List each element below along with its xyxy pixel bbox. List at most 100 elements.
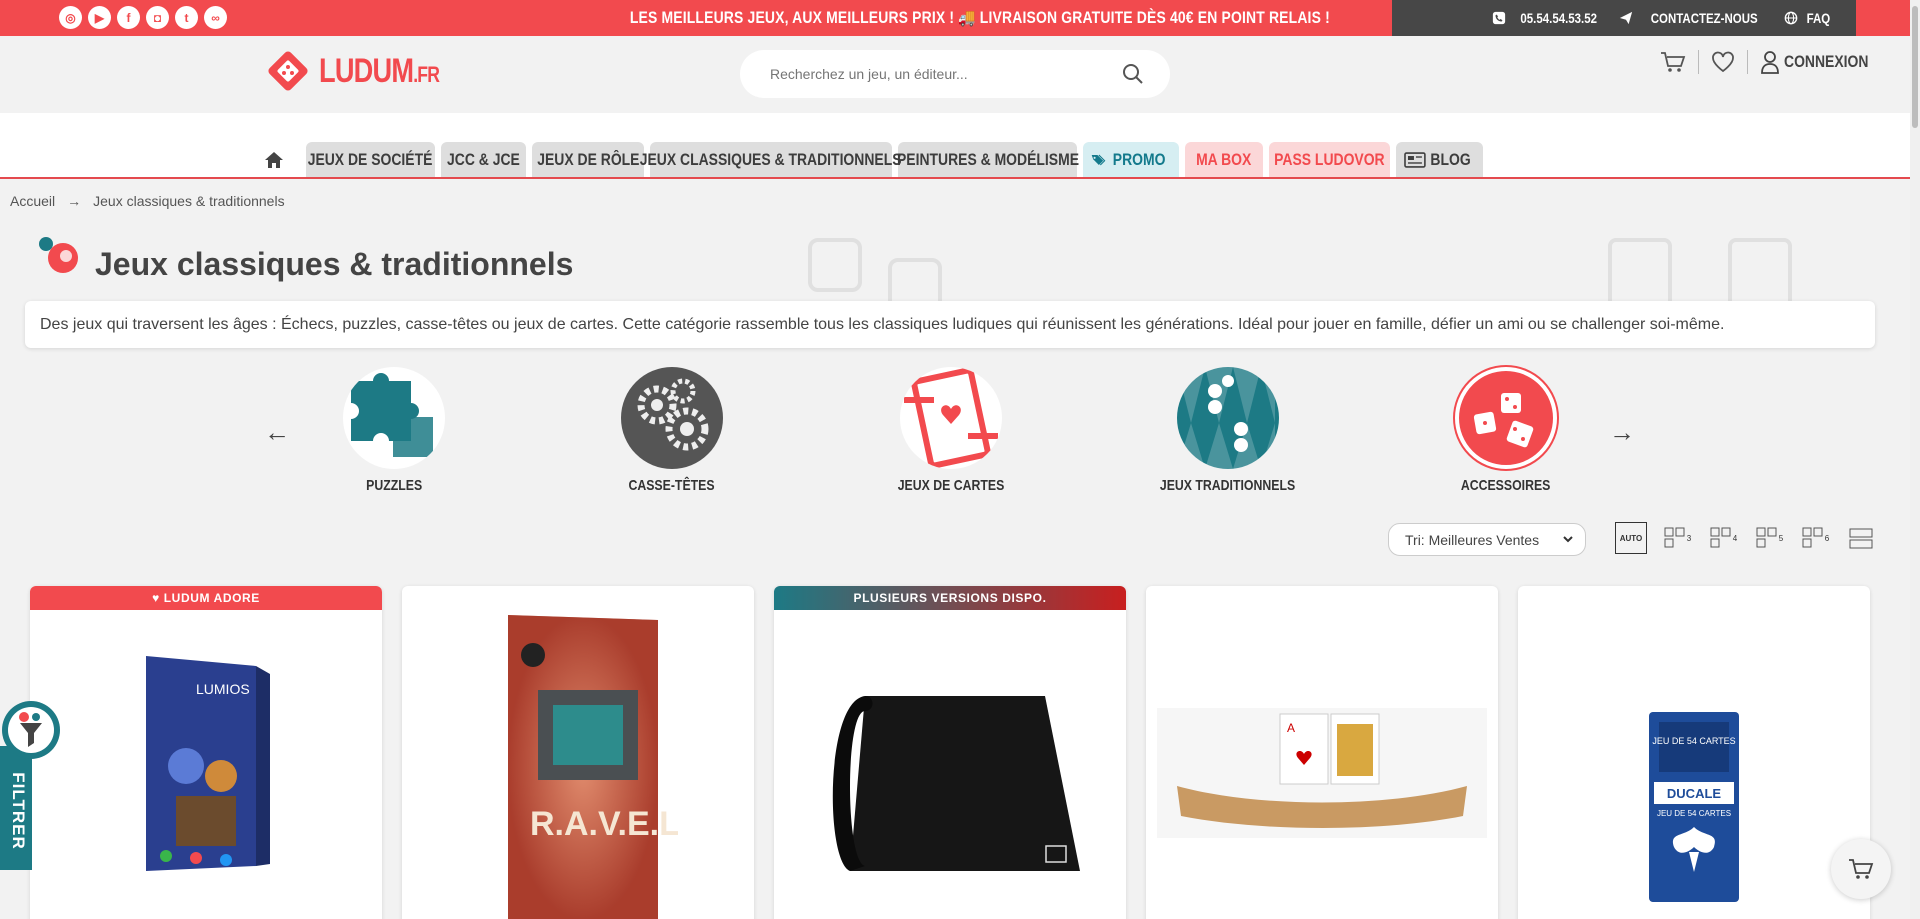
phone-link[interactable]: 05.54.54.53.52 [1492, 10, 1605, 26]
login-label: CONNEXION [1784, 52, 1869, 71]
tag-icon [1091, 154, 1106, 165]
tab-label: JEUX DE RÔLE [536, 149, 640, 169]
separator [1747, 50, 1748, 74]
nav-underline [0, 177, 1910, 179]
puzzle-icon [343, 367, 445, 469]
category-jeux-traditionnels[interactable]: JEUX TRADITIONNELS [1128, 367, 1328, 494]
carousel-next-arrow-icon[interactable]: → [1602, 417, 1642, 448]
dice-icon [1455, 367, 1557, 469]
youtube-icon[interactable]: ▶ [88, 6, 111, 29]
tab-promo[interactable]: PROMO [1083, 142, 1179, 177]
home-icon [265, 151, 283, 168]
contact-label: CONTACTEZ-NOUS [1651, 10, 1759, 26]
tab-label: MA BOX [1196, 149, 1252, 169]
tab-pass-ludovor[interactable]: PASS LUDOVOR [1269, 142, 1390, 177]
tab-label: PASS LUDOVOR [1274, 149, 1385, 169]
sort-selected-value: Tri: Meilleures Ventes [1405, 531, 1540, 548]
tab-label: PROMO [1112, 149, 1166, 169]
grid-auto-button[interactable]: AUTO [1615, 522, 1647, 554]
promo-banner: LES MEILLEURS JEUX, AUX MEILLEURS PRIX !… [600, 0, 1360, 36]
gears-icon [621, 367, 723, 469]
tab-label: BLOG [1430, 149, 1471, 169]
tab-label: PEINTURES & MODÉLISME [896, 149, 1079, 169]
newspaper-icon [1404, 151, 1426, 168]
list-view-icon [1849, 528, 1873, 549]
main-nav: JEUX DE SOCIÉTÉ JCC & JCE JEUX DE RÔLE J… [264, 142, 1483, 177]
tab-jeux-classiques[interactable]: JEUX CLASSIQUES & TRADITIONNELS [640, 142, 902, 177]
facebook-icon[interactable]: f [117, 6, 140, 29]
category-jeux-de-cartes[interactable]: JEUX DE CARTES [851, 367, 1051, 494]
ducale-top-text: JEU DE 54 CARTES [1652, 736, 1735, 746]
card-corner-a: A [1287, 721, 1295, 735]
globe-icon [1784, 11, 1798, 25]
tab-label: JCC & JCE [447, 149, 520, 169]
chevron-down-icon [1563, 536, 1573, 543]
product-card[interactable]: ♥ LUDUM ADORE LUMIOS [30, 586, 382, 919]
heart-icon[interactable] [1711, 51, 1735, 73]
search-input[interactable] [770, 66, 1100, 82]
scrollbar-thumb[interactable] [1912, 6, 1918, 128]
grid-4-button[interactable]: 4 [1707, 522, 1739, 554]
send-icon [1620, 11, 1633, 25]
category-accessoires[interactable]: ACCESSOIRES [1406, 367, 1606, 494]
site-logo[interactable]: LUDUM.FR [265, 48, 469, 94]
tab-label: JEUX CLASSIQUES & TRADITIONNELS [640, 149, 902, 169]
grid-6-button[interactable]: 6 [1799, 522, 1831, 554]
category-casse-tetes[interactable]: CASSE-TÊTES [572, 367, 772, 494]
breadcrumb-home[interactable]: Accueil [10, 193, 55, 209]
grid-option-label: 3 [1686, 533, 1692, 543]
category-label: JEUX DE CARTES [897, 477, 1005, 494]
promo-banner-text: LES MEILLEURS JEUX, AUX MEILLEURS PRIX !… [629, 8, 1331, 27]
playing-card-icon [900, 367, 1002, 469]
tumblr-icon[interactable]: t [175, 6, 198, 29]
product-card[interactable]: R.A.V.E.L. [402, 586, 754, 919]
product-ribbon: ♥ LUDUM ADORE [30, 586, 382, 610]
tab-jeux-de-societe[interactable]: JEUX DE SOCIÉTÉ [306, 142, 435, 177]
tab-ma-box[interactable]: MA BOX [1185, 142, 1263, 177]
tab-blog[interactable]: BLOG [1396, 142, 1483, 177]
list-view-button[interactable] [1845, 522, 1877, 554]
ducale-brand: DUCALE [1667, 786, 1721, 801]
floating-cart-button[interactable] [1831, 839, 1891, 899]
tab-peintures-modelisme[interactable]: PEINTURES & MODÉLISME [896, 142, 1079, 177]
product-image: A [1146, 708, 1498, 838]
cart-icon[interactable] [1660, 50, 1686, 74]
contact-bar: 05.54.54.53.52 CONTACTEZ-NOUS FAQ [1392, 0, 1856, 36]
backgammon-icon [1177, 367, 1279, 469]
grid-3-button[interactable]: 3 [1661, 522, 1693, 554]
lumios-logo: LUMIOS [196, 681, 250, 697]
breadcrumb-current: Jeux classiques & traditionnels [93, 193, 285, 209]
grid-5-button[interactable]: 5 [1753, 522, 1785, 554]
grid-option-label: AUTO [1619, 533, 1643, 543]
faq-link[interactable]: FAQ [1784, 10, 1833, 26]
category-label: ACCESSOIRES [1461, 477, 1551, 494]
category-puzzles[interactable]: PUZZLES [294, 367, 494, 494]
phone-icon [1492, 11, 1506, 25]
filter-tab[interactable]: FILTRER [0, 698, 62, 870]
page-scrollbar[interactable] [1910, 0, 1920, 919]
tab-jcc-jce[interactable]: JCC & JCE [441, 142, 526, 177]
product-card[interactable]: PLUSIEURS VERSIONS DISPO. [774, 586, 1126, 919]
search-icon[interactable] [1122, 63, 1144, 85]
product-card[interactable]: A [1146, 586, 1498, 919]
logo-text: LUDUM.FR [319, 52, 440, 91]
top-bar: ◎ ▶ f ◘ t ∞ LES MEILLEURS JEUX, AUX MEIL… [0, 0, 1920, 36]
sort-select[interactable]: Tri: Meilleures Ventes [1388, 523, 1586, 556]
page-title-icon [39, 237, 78, 273]
grid-icon [1710, 527, 1731, 548]
carousel-prev-arrow-icon[interactable]: ← [257, 417, 297, 448]
logo-suffix: .FR [413, 61, 440, 87]
instagram-icon[interactable]: ◎ [59, 6, 82, 29]
login-link[interactable]: CONNEXION [1760, 50, 1887, 74]
link-icon[interactable]: ∞ [204, 6, 227, 29]
product-card[interactable]: JEU DE 54 CARTES DUCALE JEU DE 54 CARTES [1518, 586, 1870, 919]
grid-option-label: 4 [1732, 533, 1738, 543]
discord-icon[interactable]: ◘ [146, 6, 169, 29]
separator [1698, 50, 1699, 74]
product-image [774, 686, 1126, 886]
grid-option-label: 5 [1778, 533, 1784, 543]
contact-link[interactable]: CONTACTEZ-NOUS [1619, 10, 1769, 26]
phone-number: 05.54.54.53.52 [1520, 10, 1598, 26]
tab-jeux-de-role[interactable]: JEUX DE RÔLE [532, 142, 644, 177]
home-link[interactable] [264, 142, 284, 177]
